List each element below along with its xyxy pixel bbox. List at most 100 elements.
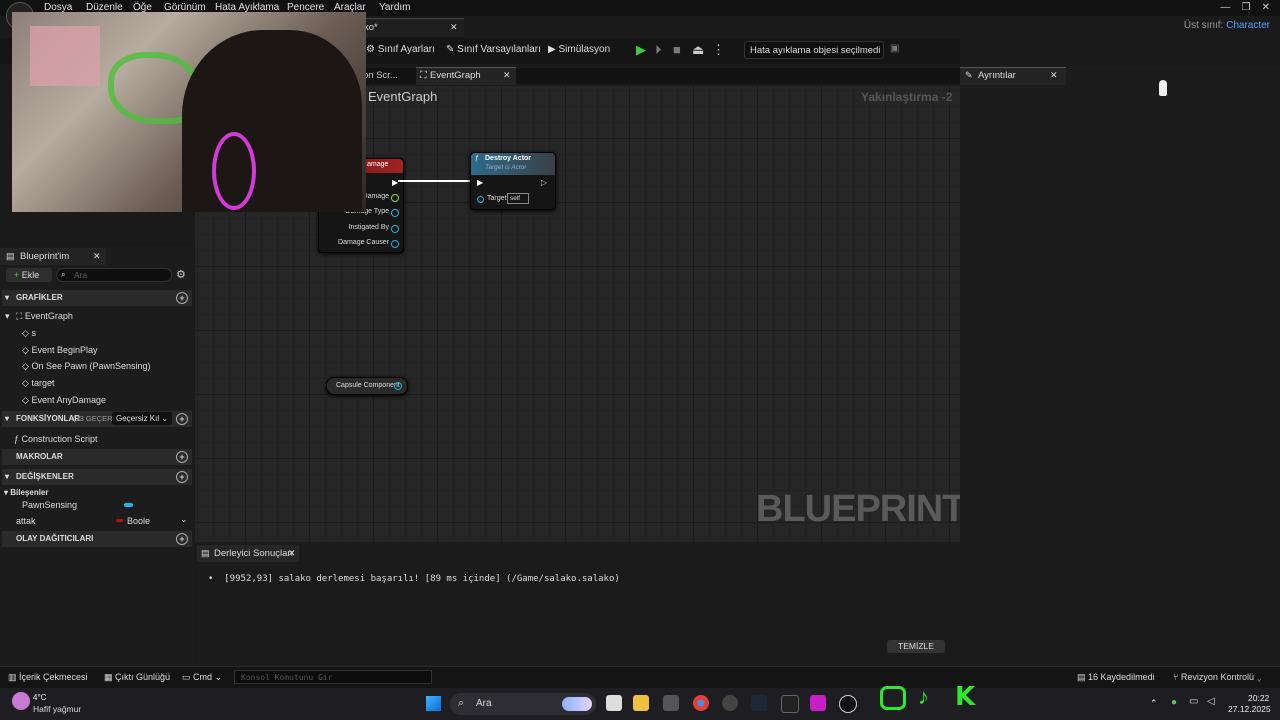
search-input[interactable]: ⌕ Ara: [56, 268, 172, 282]
section-variables[interactable]: ▾ DEĞİŞKENLER +: [2, 469, 192, 485]
graph-icon: ⛶: [16, 311, 23, 321]
target-pin[interactable]: [477, 196, 484, 203]
tab-construction-script[interactable]: on Scr...: [363, 68, 398, 84]
class-defaults-button[interactable]: ✎ Sınıf Varsayılanları: [446, 44, 541, 55]
components-category[interactable]: ▾ Bileşenler: [4, 488, 49, 497]
step-icon[interactable]: ⏵: [655, 42, 662, 58]
menu-help[interactable]: Yardım: [379, 2, 411, 13]
headphone-light: [212, 132, 256, 210]
play-icon[interactable]: ▶: [636, 42, 646, 58]
details-panel: [960, 66, 1280, 666]
override-dropdown[interactable]: Geçersiz Kıl ⌄: [112, 412, 172, 425]
compiler-icon: ▤: [201, 548, 210, 558]
clock-time[interactable]: 20:22: [1248, 693, 1269, 703]
section-macros[interactable]: MAKROLAR +: [2, 449, 192, 465]
simulation-button[interactable]: ▶ Simülasyon: [548, 44, 610, 55]
task-view-icon[interactable]: [606, 695, 622, 711]
minimize-icon[interactable]: —: [1220, 2, 1230, 13]
target-self-field[interactable]: self: [507, 193, 529, 204]
output-log-button[interactable]: ▦ Çıktı Günlüğü: [104, 672, 170, 683]
add-button[interactable]: + Ekle: [6, 268, 52, 282]
clear-button[interactable]: TEMİZLE: [887, 640, 945, 653]
content-drawer-button[interactable]: ▥ İçerik Çekmecesi: [8, 672, 88, 683]
section-dispatchers-label: OLAY DAĞITICILARI: [16, 534, 94, 543]
unsaved-button[interactable]: ▤ 16 Kaydedilmedi: [1077, 672, 1155, 683]
add-graph-icon[interactable]: +: [176, 292, 188, 304]
tray-chevron-icon[interactable]: ⌃: [1150, 698, 1158, 709]
epic-games-icon[interactable]: [781, 695, 799, 713]
destroy-actor-node[interactable]: ƒ Destroy Actor Target is Actor ▶ ▷ Targ…: [470, 152, 556, 210]
tab-details[interactable]: ✎ Ayrıntılar ✕: [960, 67, 1066, 85]
network-icon[interactable]: ▭: [1189, 696, 1198, 707]
console-input[interactable]: Konsol Komutunu Gir: [234, 670, 432, 684]
close-window-icon[interactable]: ✕: [1262, 2, 1270, 13]
capsule-component-node[interactable]: Capsule Component: [326, 377, 408, 395]
unreal-engine-icon[interactable]: [839, 695, 857, 713]
damage-causer-pin[interactable]: [391, 240, 399, 248]
taskbar-search[interactable]: ⌕ Ara: [450, 693, 596, 715]
class-settings-button[interactable]: ⚙ Sınıf Ayarları: [366, 44, 435, 55]
store-icon[interactable]: [663, 695, 679, 711]
close-icon[interactable]: ✕: [450, 22, 458, 33]
event-item-s[interactable]: ◇ s: [22, 328, 36, 339]
asset-tab[interactable]: ko* ✕: [360, 18, 464, 37]
damage-pin[interactable]: [391, 194, 399, 202]
tab-details-label: Ayrıntılar: [978, 70, 1016, 81]
find-object-icon[interactable]: ▣: [890, 43, 899, 54]
section-dispatchers[interactable]: OLAY DAĞITICILARI +: [2, 531, 192, 547]
parent-class-link[interactable]: Character: [1226, 20, 1270, 31]
search-icon: ⌕: [458, 697, 465, 709]
debug-object-select[interactable]: Hata ayıklama objesi seçilmedi ⌄: [744, 41, 884, 74]
settings-gear-icon[interactable]: ⚙: [176, 268, 186, 281]
exec-out-pin[interactable]: ▷: [541, 178, 547, 187]
capsule-out-pin[interactable]: [394, 382, 402, 390]
restore-icon[interactable]: ❐: [1242, 2, 1251, 13]
event-item-onseepawn[interactable]: ◇ On See Pawn (PawnSensing): [22, 361, 151, 372]
tab-eventgraph[interactable]: ⛶ EventGraph ✕: [416, 67, 516, 85]
compiler-tab-label: Derleyici Sonuçları: [214, 548, 294, 559]
add-variable-icon[interactable]: +: [176, 471, 188, 483]
media-app-icon[interactable]: [810, 695, 826, 711]
close-icon[interactable]: ✕: [1050, 70, 1058, 81]
steam-icon[interactable]: [751, 695, 767, 711]
gear-icon: ⚙: [366, 44, 375, 55]
exec-in-pin[interactable]: ▶: [477, 178, 483, 187]
event-item-anydamage[interactable]: ◇ Event AnyDamage: [22, 395, 106, 406]
windows-start-icon[interactable]: [426, 696, 441, 711]
section-functions[interactable]: ▾ FONKSİYONLAR (33 GEÇERSİ Geçersiz Kıl ⌄ +: [2, 411, 192, 427]
eject-icon[interactable]: ⏏: [692, 42, 704, 58]
stop-icon[interactable]: ■: [673, 42, 681, 57]
weather-icon[interactable]: [12, 692, 30, 710]
close-icon[interactable]: ✕: [288, 548, 296, 559]
sliders-icon: ✎: [446, 44, 455, 55]
chrome-icon[interactable]: [693, 695, 709, 711]
close-icon[interactable]: ✕: [503, 70, 511, 81]
variable-item-pawnsensing[interactable]: PawnSensing: [22, 500, 77, 510]
instigated-by-pin[interactable]: [391, 225, 399, 233]
more-options-icon[interactable]: ⋮: [712, 42, 725, 58]
eventgraph-arrow-icon[interactable]: ▾: [5, 311, 10, 322]
microphone-icon[interactable]: ●: [1171, 697, 1177, 708]
cmd-dropdown[interactable]: ▭ Cmd ⌄: [182, 672, 222, 683]
simulation-icon: ▶: [548, 44, 556, 55]
variable-item-attak[interactable]: attak: [16, 516, 36, 526]
add-macro-icon[interactable]: +: [176, 451, 188, 463]
add-dispatcher-icon[interactable]: +: [176, 533, 188, 545]
damage-type-pin[interactable]: [391, 209, 399, 217]
sidebar-item-eventgraph[interactable]: ⛶ EventGraph: [16, 311, 73, 322]
chevron-down-icon[interactable]: ⌄: [180, 514, 188, 525]
sidebar-item-construction-script[interactable]: ƒ Construction Script: [14, 434, 98, 444]
volume-icon[interactable]: ◁: [1207, 696, 1215, 707]
file-explorer-icon[interactable]: [633, 695, 649, 711]
close-icon[interactable]: ✕: [93, 251, 101, 262]
variable-type[interactable]: Boole: [127, 516, 150, 526]
tab-my-blueprint[interactable]: ▤ Blueprint'im ✕: [0, 248, 106, 265]
tab-compiler-results[interactable]: ▤ Derleyici Sonuçları ✕: [197, 545, 299, 562]
event-item-beginplay[interactable]: ◇ Event BeginPlay: [22, 345, 97, 356]
clock-date[interactable]: 27.12.2025: [1228, 704, 1271, 714]
revision-control-button[interactable]: ⑂ Revizyon Kontrolü ⌄: [1173, 672, 1262, 682]
event-item-target[interactable]: ◇ target: [22, 378, 54, 389]
section-graphs[interactable]: ▾ GRAFİKLER +: [2, 290, 192, 306]
add-function-icon[interactable]: +: [176, 413, 188, 425]
app-icon[interactable]: [722, 695, 738, 711]
